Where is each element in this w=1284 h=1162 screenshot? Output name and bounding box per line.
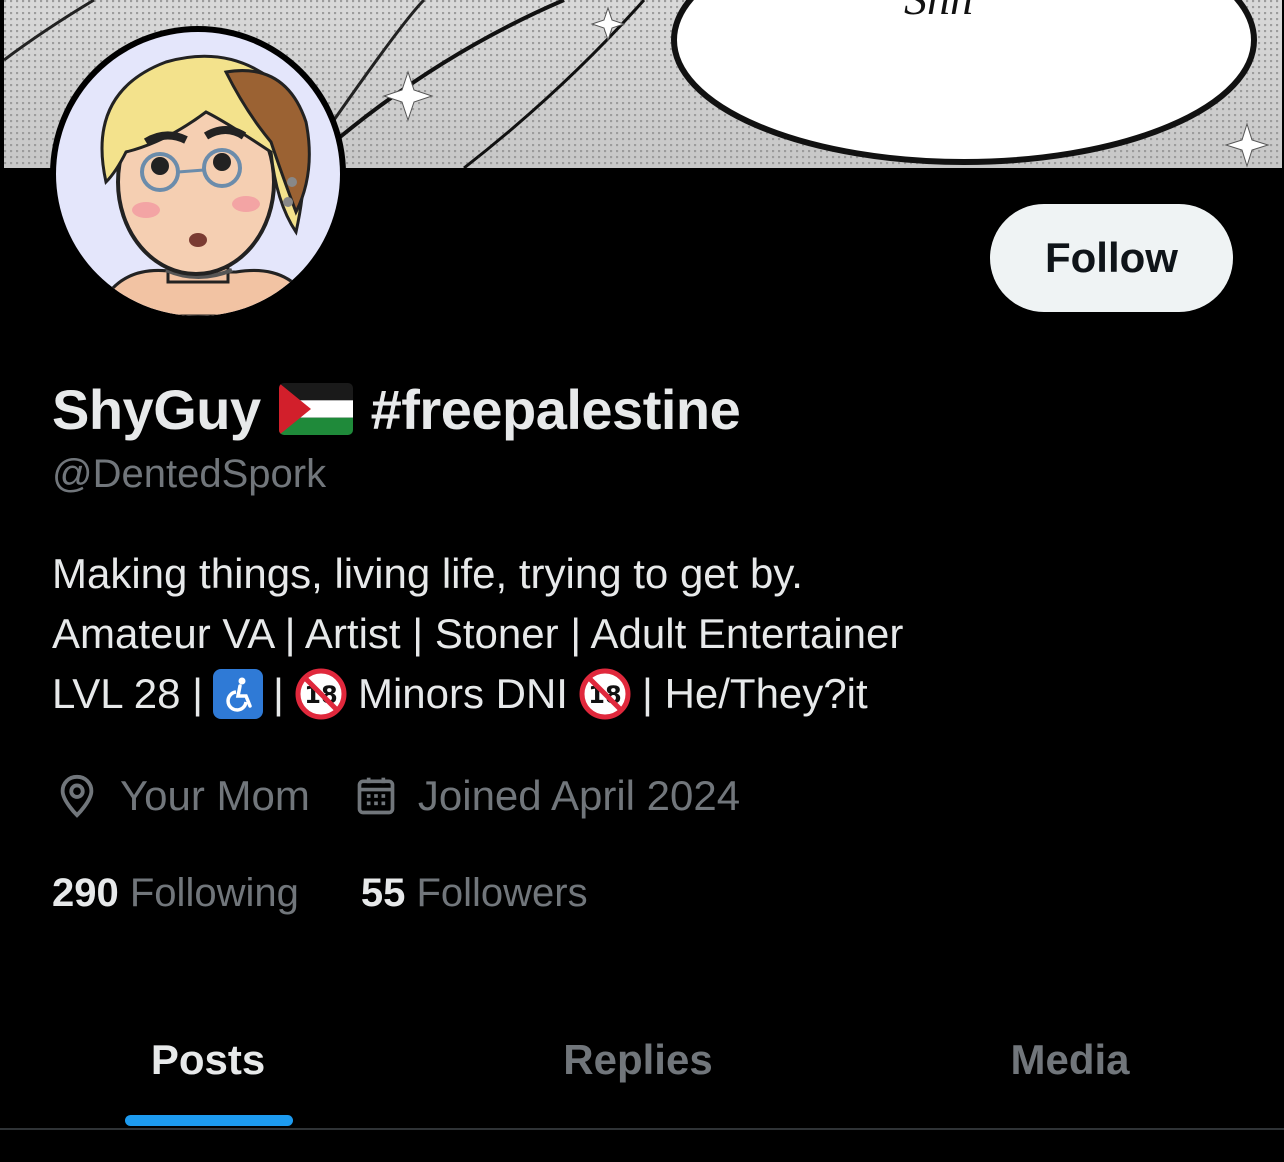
tab-replies[interactable]: Replies <box>428 990 848 1130</box>
calendar-icon <box>357 777 395 815</box>
followers-count: 55 <box>360 870 406 915</box>
tab-posts[interactable]: Posts <box>0 990 416 1130</box>
bio-line-2: Amateur VA | Artist | Stoner | Adult Ent… <box>52 610 904 657</box>
active-tab-indicator <box>125 1115 293 1126</box>
bio-line-1: Making things, living life, trying to ge… <box>52 550 803 597</box>
tabs-divider <box>0 1128 1284 1130</box>
display-name: ShyGuy #freepalestine <box>52 374 741 444</box>
bio-pronouns-text: | He/They?it <box>641 670 868 717</box>
bio-separator: | <box>273 670 284 717</box>
followers-label: Followers <box>416 870 588 915</box>
tab-media[interactable]: Media <box>860 990 1280 1130</box>
join-date-text: Joined April 2024 <box>417 772 741 819</box>
following-label: Following <box>129 870 299 915</box>
location-pin-icon <box>60 774 94 818</box>
bio-line-3: LVL 28 | | 18 Minors DNI <box>52 664 1232 724</box>
avatar-illustration <box>56 32 340 316</box>
followers-link[interactable]: 55 Followers <box>361 871 588 916</box>
palestine-flag-icon <box>278 383 353 435</box>
user-handle: @DentedSpork <box>52 452 327 496</box>
follow-stats: 290 Following 55 Followers <box>52 864 650 922</box>
bio-level-text: LVL 28 | <box>52 670 204 717</box>
profile-tabs: Posts Replies Media <box>0 990 1284 1130</box>
profile-avatar[interactable] <box>50 26 346 322</box>
no-under-18-icon: 18 <box>294 667 348 721</box>
location-text: Your Mom <box>120 772 310 819</box>
display-name-text: ShyGuy <box>52 377 261 441</box>
wheelchair-icon <box>213 669 264 719</box>
following-count: 290 <box>52 870 119 915</box>
display-name-hashtag: #freepalestine <box>370 377 741 441</box>
join-date: Joined April 2024 <box>354 772 740 820</box>
profile-bio: Making things, living life, trying to ge… <box>52 544 1232 724</box>
following-link[interactable]: 290 Following <box>52 871 299 916</box>
bio-minors-text: Minors DNI <box>357 670 568 717</box>
follow-button[interactable]: Follow <box>990 204 1233 312</box>
banner-speech-text: Shh <box>904 0 973 24</box>
profile-meta: Your Mom Joined April 2024 <box>54 766 784 826</box>
profile-page: Shh <box>0 0 1284 1162</box>
no-under-18-icon: 18 <box>578 667 632 721</box>
location: Your Mom <box>54 772 310 820</box>
